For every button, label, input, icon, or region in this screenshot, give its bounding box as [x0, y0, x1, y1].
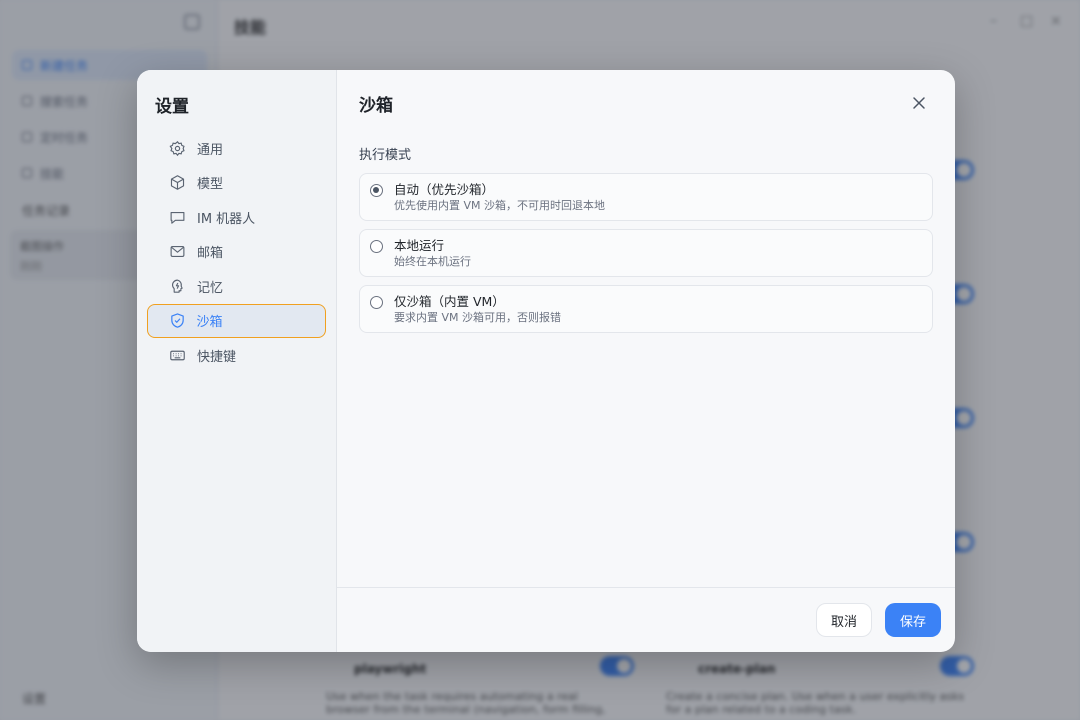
nav-item-memory[interactable]: 记忆 [147, 269, 326, 304]
radio-button[interactable] [370, 240, 383, 253]
nav-item-shortcuts[interactable]: 快捷键 [147, 338, 326, 373]
nav-label: 通用 [197, 142, 224, 158]
mode-option-sandbox-only[interactable]: 仅沙箱（内置 VM） 要求内置 VM 沙箱可用，否则报错 [359, 285, 933, 333]
nav-label: 沙箱 [196, 315, 223, 331]
settings-nav: 通用 模型 IM 机器人 邮箱 记忆 沙箱 快捷键 [137, 131, 336, 373]
nav-label: 记忆 [197, 280, 224, 296]
nav-item-general[interactable]: 通用 [147, 131, 326, 166]
nav-item-sandbox[interactable]: 沙箱 [147, 303, 326, 338]
nav-label: 快捷键 [197, 349, 237, 365]
mode-option-auto[interactable]: 自动（优先沙箱） 优先使用内置 VM 沙箱，不可用时回退本地 [359, 173, 933, 221]
radio-button[interactable] [370, 296, 383, 309]
settings-title: 设置 [155, 97, 189, 117]
nav-item-mail[interactable]: 邮箱 [147, 235, 326, 270]
settings-sidebar: 设置 通用 模型 IM 机器人 邮箱 记忆 沙箱 快捷键 [137, 70, 337, 652]
option-description: 始终在本机运行 [394, 255, 471, 268]
option-title: 本地运行 [394, 238, 445, 253]
brain-icon [169, 278, 186, 295]
execution-mode-label: 执行模式 [359, 148, 412, 163]
panel-body: 执行模式 自动（优先沙箱） 优先使用内置 VM 沙箱，不可用时回退本地 本地运行… [337, 136, 955, 333]
nav-label: 邮箱 [197, 246, 224, 262]
panel-header: 沙箱 [337, 70, 955, 136]
nav-label: 模型 [197, 177, 224, 193]
chat-bubble-icon [169, 209, 186, 226]
keyboard-icon [169, 347, 186, 364]
cancel-button[interactable]: 取消 [816, 603, 872, 637]
dialog-footer: 取消 保存 [337, 587, 955, 652]
option-description: 优先使用内置 VM 沙箱，不可用时回退本地 [394, 199, 606, 212]
nav-item-model[interactable]: 模型 [147, 166, 326, 201]
shield-check-icon [169, 312, 186, 329]
nav-label: IM 机器人 [197, 211, 256, 227]
option-title: 自动（优先沙箱） [394, 182, 495, 197]
option-description: 要求内置 VM 沙箱可用，否则报错 [394, 311, 562, 324]
cube-icon [169, 174, 186, 191]
save-button[interactable]: 保存 [885, 603, 941, 637]
gear-icon [169, 140, 186, 157]
option-title: 仅沙箱（内置 VM） [394, 294, 505, 309]
nav-item-im-bot[interactable]: IM 机器人 [147, 200, 326, 235]
settings-panel: 沙箱 执行模式 自动（优先沙箱） 优先使用内置 VM 沙箱，不可用时回退本地 本… [337, 70, 955, 652]
radio-button[interactable] [370, 184, 383, 197]
close-icon[interactable] [911, 95, 927, 111]
mail-icon [169, 243, 186, 260]
panel-title: 沙箱 [359, 95, 393, 116]
mode-option-local[interactable]: 本地运行 始终在本机运行 [359, 229, 933, 277]
settings-dialog: 设置 通用 模型 IM 机器人 邮箱 记忆 沙箱 快捷键 沙箱 执行模式 自动（… [137, 70, 955, 652]
